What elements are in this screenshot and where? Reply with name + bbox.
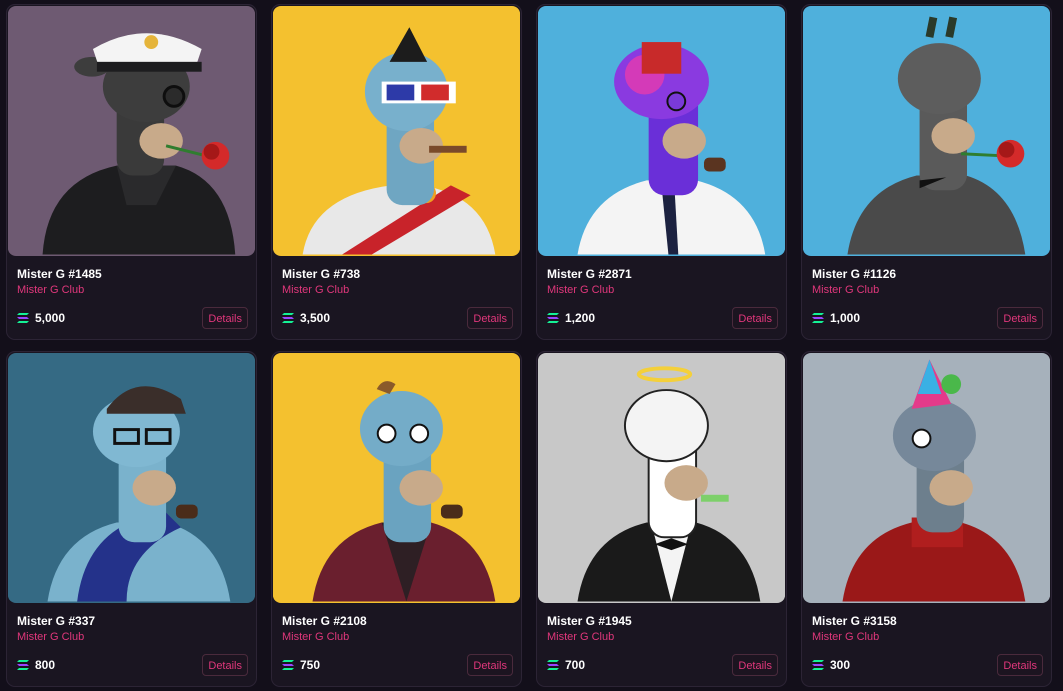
price-value: 750 bbox=[300, 658, 321, 672]
giraffe-artwork bbox=[803, 7, 1050, 255]
nft-image[interactable] bbox=[803, 6, 1050, 256]
nft-name: Mister G #1945 bbox=[547, 614, 632, 628]
giraffe-artwork bbox=[8, 7, 255, 255]
details-button[interactable]: Details bbox=[202, 654, 248, 676]
nft-name: Mister G #738 bbox=[282, 267, 361, 281]
nft-name: Mister G #2108 bbox=[282, 614, 367, 628]
giraffe-artwork bbox=[273, 354, 520, 602]
nft-image[interactable] bbox=[8, 6, 255, 256]
collection-name[interactable]: Mister G Club bbox=[547, 284, 614, 296]
solana-icon bbox=[547, 660, 559, 670]
collection-name[interactable]: Mister G Club bbox=[282, 284, 349, 296]
nft-card[interactable]: Mister G #1485 Mister G Club 5,000 Detai… bbox=[6, 4, 257, 340]
nft-image[interactable] bbox=[538, 353, 785, 603]
price-value: 300 bbox=[830, 658, 851, 672]
nft-card[interactable]: Mister G #738 Mister G Club 3,500 Detail… bbox=[271, 4, 522, 340]
giraffe-artwork bbox=[273, 7, 520, 255]
nft-price: 750 bbox=[282, 658, 320, 672]
price-value: 800 bbox=[35, 658, 56, 672]
details-button[interactable]: Details bbox=[997, 307, 1043, 329]
collection-name[interactable]: Mister G Club bbox=[812, 631, 879, 643]
nft-price: 3,500 bbox=[282, 311, 330, 325]
price-value: 3,500 bbox=[300, 311, 331, 325]
nft-card[interactable]: Mister G #1126 Mister G Club 1,000 Detai… bbox=[801, 4, 1052, 340]
solana-icon bbox=[812, 660, 824, 670]
nft-name: Mister G #3158 bbox=[812, 614, 897, 628]
nft-price: 700 bbox=[547, 658, 585, 672]
solana-icon bbox=[547, 313, 559, 323]
details-button[interactable]: Details bbox=[997, 654, 1043, 676]
details-button[interactable]: Details bbox=[467, 307, 513, 329]
nft-price: 5,000 bbox=[17, 311, 65, 325]
collection-name[interactable]: Mister G Club bbox=[17, 284, 84, 296]
nft-card[interactable]: Mister G #1945 Mister G Club 700 Details bbox=[536, 351, 787, 687]
giraffe-artwork bbox=[538, 7, 785, 255]
nft-name: Mister G #1126 bbox=[812, 267, 897, 281]
giraffe-artwork bbox=[803, 354, 1050, 602]
nft-image[interactable] bbox=[273, 6, 520, 256]
details-button[interactable]: Details bbox=[467, 654, 513, 676]
solana-icon bbox=[812, 313, 824, 323]
nft-name: Mister G #2871 bbox=[547, 267, 632, 281]
collection-name[interactable]: Mister G Club bbox=[17, 631, 84, 643]
nft-card[interactable]: Mister G #3158 Mister G Club 300 Details bbox=[801, 351, 1052, 687]
nft-image[interactable] bbox=[273, 353, 520, 603]
details-button[interactable]: Details bbox=[732, 654, 778, 676]
price-value: 1,000 bbox=[830, 311, 861, 325]
price-value: 700 bbox=[565, 658, 586, 672]
nft-card[interactable]: Mister G #2108 Mister G Club 750 Details bbox=[271, 351, 522, 687]
nft-name: Mister G #1485 bbox=[17, 267, 102, 281]
giraffe-artwork bbox=[8, 354, 255, 602]
nft-price: 1,200 bbox=[547, 311, 595, 325]
giraffe-artwork bbox=[538, 354, 785, 602]
nft-card[interactable]: Mister G #337 Mister G Club 800 Details bbox=[6, 351, 257, 687]
nft-image[interactable] bbox=[538, 6, 785, 256]
nft-grid: Mister G #1485 Mister G Club 5,000 Detai… bbox=[0, 0, 1063, 691]
solana-icon bbox=[17, 313, 29, 323]
nft-card[interactable]: Mister G #2871 Mister G Club 1,200 Detai… bbox=[536, 4, 787, 340]
nft-price: 1,000 bbox=[812, 311, 860, 325]
solana-icon bbox=[17, 660, 29, 670]
solana-icon bbox=[282, 313, 294, 323]
collection-name[interactable]: Mister G Club bbox=[547, 631, 614, 643]
nft-image[interactable] bbox=[8, 353, 255, 603]
solana-icon bbox=[282, 660, 294, 670]
details-button[interactable]: Details bbox=[732, 307, 778, 329]
price-value: 5,000 bbox=[35, 311, 66, 325]
price-value: 1,200 bbox=[565, 311, 596, 325]
nft-price: 300 bbox=[812, 658, 850, 672]
nft-image[interactable] bbox=[803, 353, 1050, 603]
collection-name[interactable]: Mister G Club bbox=[282, 631, 349, 643]
nft-price: 800 bbox=[17, 658, 55, 672]
collection-name[interactable]: Mister G Club bbox=[812, 284, 879, 296]
nft-name: Mister G #337 bbox=[17, 614, 96, 628]
details-button[interactable]: Details bbox=[202, 307, 248, 329]
